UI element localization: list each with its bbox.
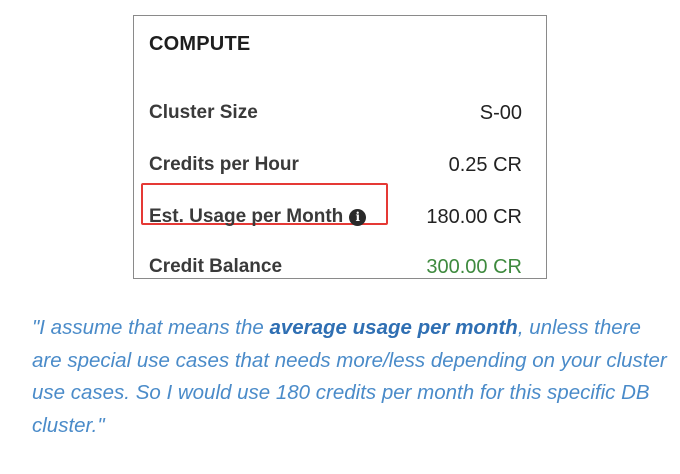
quote-before: "I assume that means the bbox=[32, 316, 270, 339]
est-usage-value: 180.00 CR bbox=[426, 206, 522, 228]
credits-per-hour-label: Credits per Hour bbox=[149, 154, 299, 175]
cluster-size-value: S-00 bbox=[479, 102, 522, 124]
info-icon[interactable]: i bbox=[349, 208, 367, 226]
compute-panel: COMPUTE Cluster Size S-00 Credits per Ho… bbox=[133, 15, 547, 279]
quote-emphasis: average usage per month bbox=[269, 316, 518, 339]
row-credit-balance: Credit Balance 300.00 CR bbox=[134, 252, 546, 282]
cluster-size-label: Cluster Size bbox=[149, 102, 258, 123]
est-usage-label-wrap: Est. Usage per Month i bbox=[149, 202, 367, 232]
est-usage-label: Est. Usage per Month bbox=[149, 206, 344, 227]
credit-balance-value: 300.00 CR bbox=[426, 256, 522, 278]
row-est-usage: Est. Usage per Month i 180.00 CR bbox=[134, 202, 546, 232]
row-cluster-size: Cluster Size S-00 bbox=[134, 98, 546, 128]
credits-per-hour-value: 0.25 CR bbox=[448, 154, 522, 176]
quote-text: "I assume that means the average usage p… bbox=[32, 312, 672, 442]
panel-title: COMPUTE bbox=[149, 33, 251, 55]
row-credits-per-hour: Credits per Hour 0.25 CR bbox=[134, 150, 546, 180]
credit-balance-label: Credit Balance bbox=[149, 256, 283, 277]
